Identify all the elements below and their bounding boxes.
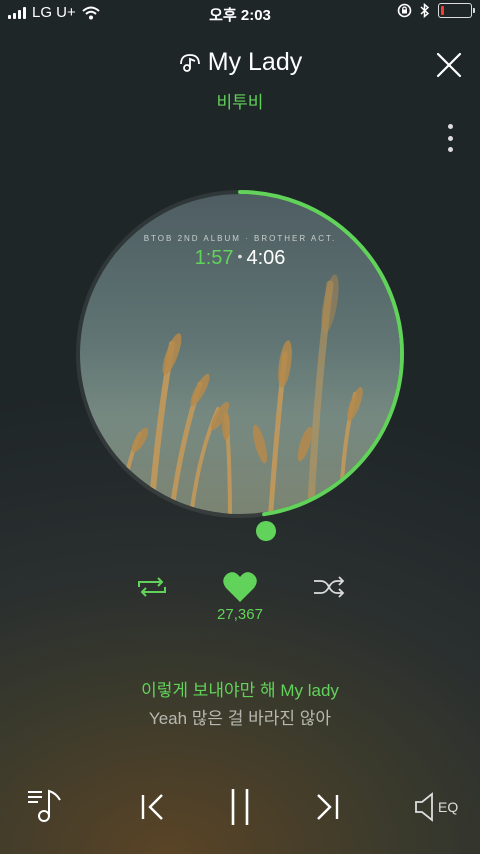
album-disc[interactable]: BTOB 2ND ALBUM · BROTHER ACT. 1:57 • 4:06 xyxy=(74,188,406,520)
song-title-row: My Lady xyxy=(0,48,480,77)
eq-label: EQ xyxy=(438,799,459,815)
battery-icon xyxy=(438,3,475,18)
lyric-current-line[interactable]: 이렇게 보내야만 해 My lady xyxy=(0,676,480,701)
battery-fill xyxy=(441,6,444,15)
heart-icon[interactable] xyxy=(222,570,258,604)
bluetooth-icon xyxy=(420,3,430,18)
seek-knob[interactable] xyxy=(256,521,276,541)
next-icon[interactable] xyxy=(312,792,342,822)
lyric-next-line[interactable]: Yeah 많은 걸 바라진 않아 xyxy=(0,704,480,729)
status-right xyxy=(397,3,475,18)
artist-name[interactable]: 비투비 xyxy=(0,88,480,113)
playlist-icon[interactable] xyxy=(26,788,66,824)
progress-ring[interactable] xyxy=(74,188,406,520)
music-note-icon xyxy=(179,53,200,72)
rotation-lock-icon xyxy=(397,3,412,18)
more-vertical-icon[interactable] xyxy=(446,124,454,152)
pause-icon[interactable] xyxy=(228,787,252,827)
close-icon[interactable] xyxy=(436,52,462,78)
song-title: My Lady xyxy=(207,48,303,76)
eq-button[interactable]: EQ xyxy=(414,790,460,824)
shuffle-icon[interactable] xyxy=(312,576,346,598)
likes-count: 27,367 xyxy=(217,606,263,623)
previous-icon[interactable] xyxy=(138,792,168,822)
eq-icon xyxy=(415,792,433,822)
repeat-icon[interactable] xyxy=(135,574,169,600)
status-bar: LG U+ 오후 2:03 xyxy=(0,0,480,26)
